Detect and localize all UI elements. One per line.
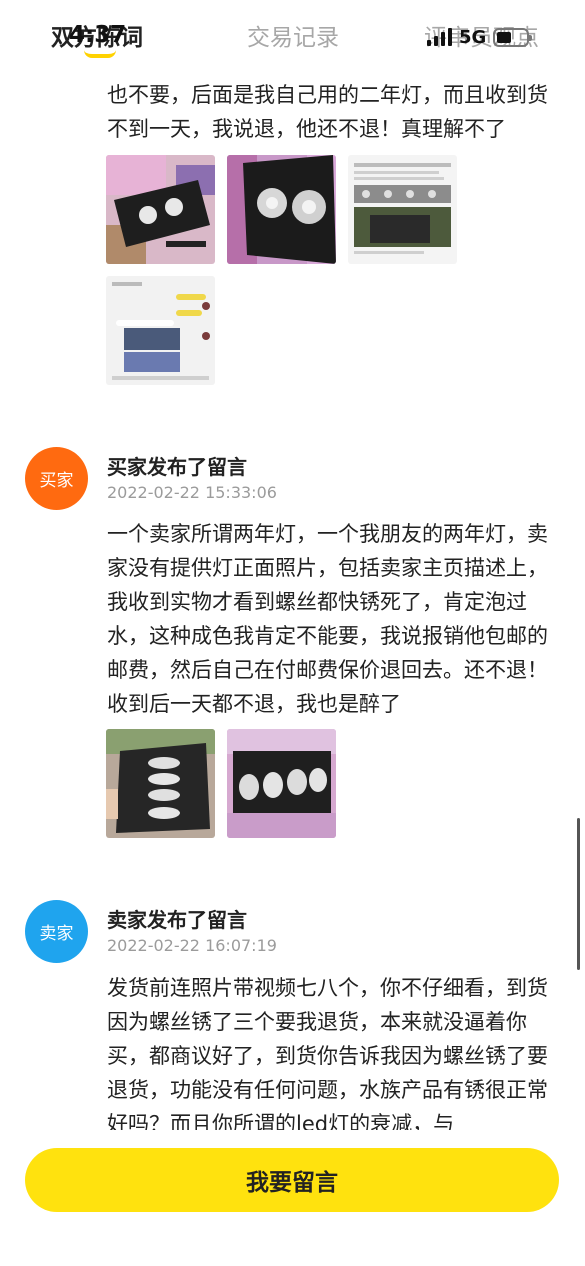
message-title: 卖家发布了留言 [107, 908, 247, 932]
photo-thumbnail[interactable] [227, 155, 336, 264]
battery-icon [493, 27, 533, 47]
status-time: 4:37 [69, 22, 127, 48]
leave-message-button[interactable]: 我要留言 [25, 1148, 559, 1212]
message-text: 一个卖家所谓两年灯，一个我朋友的两年灯，卖家没有提供灯正面照片，包括卖家主页描述… [107, 522, 548, 716]
photo-thumbnail[interactable] [106, 729, 215, 838]
seller-avatar: 卖家 [25, 900, 88, 963]
photo-thumbnail[interactable] [227, 729, 336, 838]
signal-icon [427, 28, 452, 46]
screenshot-thumbnail[interactable] [106, 276, 215, 385]
message-text: 也不要，后面是我自己用的二年灯，而且收到货不到一天，我说退，他还不退！真理解不了 [107, 83, 548, 141]
screenshot-thumbnail[interactable] [348, 155, 457, 264]
status-icons: 5G [427, 26, 533, 48]
photo-thumbnail[interactable] [106, 155, 215, 264]
message-title: 买家发布了留言 [107, 455, 247, 479]
message-timestamp: 2022-02-22 16:07:19 [107, 936, 277, 955]
buyer-avatar: 买家 [25, 447, 88, 510]
message-timestamp: 2022-02-22 15:33:06 [107, 483, 277, 502]
active-tab-indicator [84, 50, 116, 58]
message-feed[interactable]: 也不要，后面是我自己用的二年灯，而且收到货不到一天，我说退，他还不退！真理解不了 [0, 0, 585, 1266]
scrollbar[interactable] [577, 818, 580, 970]
message-text: 发货前连照片带视频七八个，你不仔细看，到货因为螺丝锈了三个要我退货，本来就没逼着… [107, 976, 548, 1136]
tab-transaction-records[interactable]: 交易记录 [247, 18, 339, 52]
network-type: 5G [459, 26, 487, 48]
